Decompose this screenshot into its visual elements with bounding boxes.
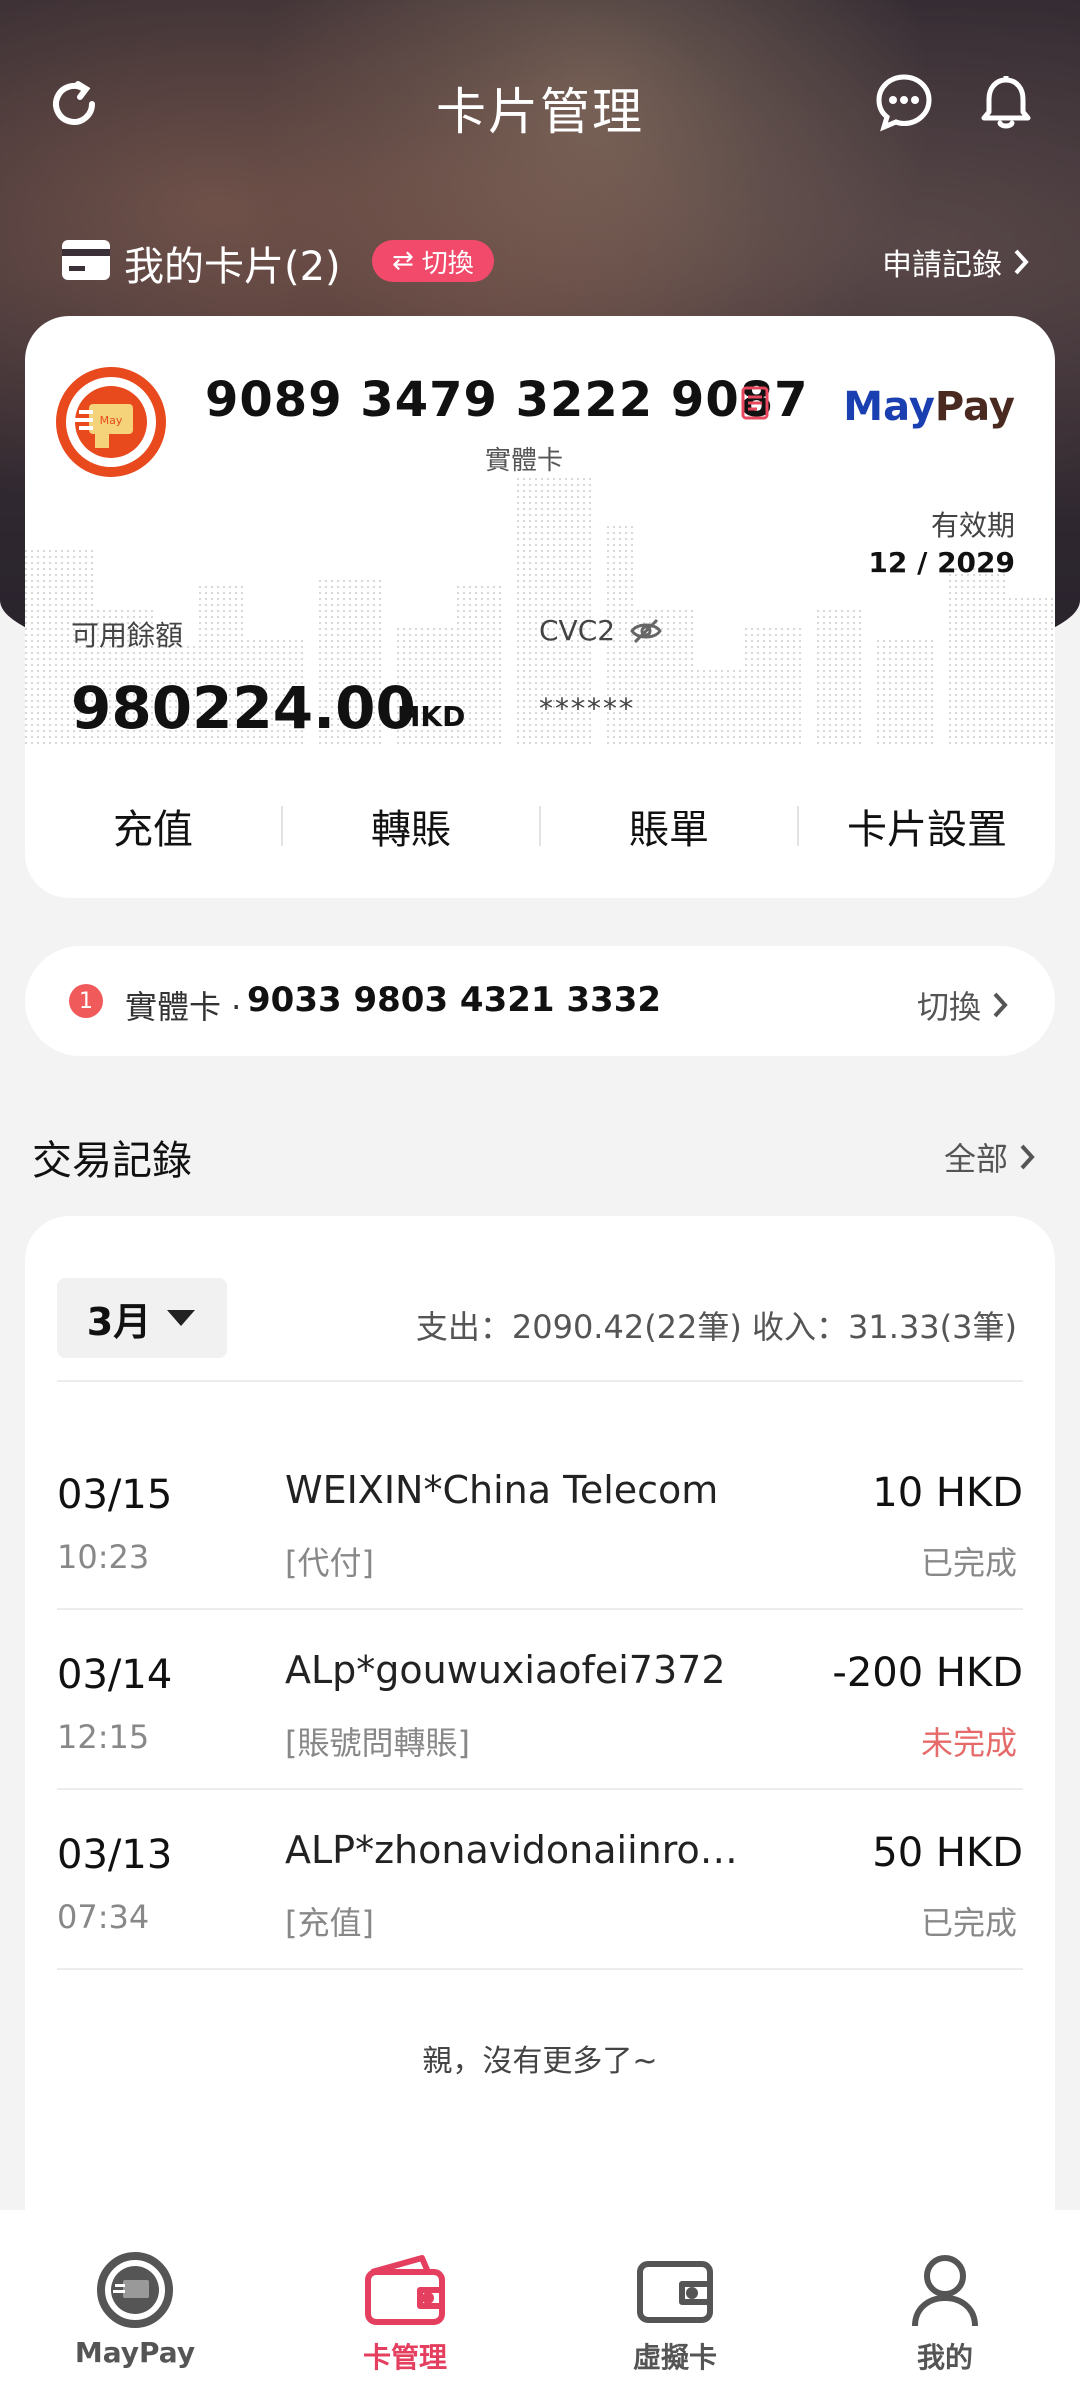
cvc-value: ****** (539, 692, 635, 725)
top-bar: 卡片管理 (0, 60, 1080, 150)
other-switch-label: 切換 (916, 988, 981, 1026)
brand-pay: Pay (934, 384, 1015, 430)
card-icon (62, 240, 110, 280)
message-icon[interactable] (868, 66, 940, 138)
expiry-value: 12 / 2029 (868, 546, 1015, 579)
divider (57, 1380, 1023, 1382)
wallet-icon (365, 2255, 445, 2325)
transaction-row[interactable]: 03/15 10:23 WEIXIN*China Telecom [代付] 10… (57, 1446, 1023, 1626)
balance-currency: HKD (397, 700, 466, 733)
card-number: 9089 3479 3222 9087 (205, 372, 809, 428)
bill-button[interactable]: 賬單 (541, 797, 797, 855)
apply-records-label: 申請記錄 (882, 248, 1002, 283)
tx-time: 10:23 (57, 1538, 150, 1576)
switch-card-button[interactable]: ⇄ 切換 (372, 240, 494, 282)
tx-merchant: ALP*zhonavidonaiinron... (285, 1828, 755, 1872)
brand-logo: MayPay (843, 384, 1015, 430)
user-icon (912, 2255, 978, 2327)
no-more-text: 親，沒有更多了~ (422, 2044, 658, 2079)
logo-text: May (100, 414, 123, 427)
month-summary: 支出：2090.42(22筆) 收入：31.33(3筆) (415, 1308, 1017, 1346)
balance-value: 980224.00 (71, 674, 416, 742)
balance-label: 可用餘額 (71, 619, 184, 652)
nav-label: 我的 (916, 2341, 973, 2374)
tx-amount: -200 HKD (832, 1650, 1023, 1696)
other-card-switch[interactable]: 切換 (917, 982, 1009, 1028)
card-settings-button[interactable]: 卡片設置 (799, 797, 1055, 855)
tx-date: 03/15 (57, 1472, 173, 1518)
tx-amount: 50 HKD (872, 1830, 1023, 1876)
tx-category: [充值] (285, 1904, 374, 1942)
card-type: 實體卡 (485, 446, 564, 476)
maypay-nav-icon (97, 2252, 173, 2328)
tx-status: 已完成 (920, 1904, 1017, 1942)
brand-may: May (843, 384, 935, 430)
nav-label: 卡管理 (362, 2341, 447, 2374)
month-label: 3月 (86, 1299, 152, 1344)
cvc-label-text: CVC2 (539, 614, 616, 647)
other-card-number: 9033 9803 4321 3332 (247, 980, 662, 1020)
eye-off-icon[interactable] (629, 617, 663, 645)
nav-card-management[interactable]: 卡管理 (270, 2210, 540, 2400)
apply-records-link[interactable]: 申請記錄 (882, 240, 1030, 284)
tx-status: 已完成 (920, 1544, 1017, 1582)
divider (57, 1788, 1023, 1790)
nav-label: MayPay (74, 2336, 196, 2369)
transactions-title: 交易記錄 (32, 1138, 192, 1184)
card-actions: 充值 轉賬 賬單 卡片設置 (25, 786, 1055, 866)
tx-category: [代付] (285, 1544, 374, 1582)
all-label: 全部 (943, 1140, 1008, 1178)
tx-merchant: ALp*gouwuxiaofei7372 (285, 1648, 726, 1692)
chevron-right-icon (1020, 1144, 1035, 1170)
copy-icon[interactable] (737, 384, 773, 422)
tx-status: 未完成 (920, 1724, 1017, 1762)
tx-date: 03/14 (57, 1652, 173, 1698)
nav-maypay[interactable]: MayPay (0, 2210, 270, 2400)
cvc-label: CVC2 (539, 614, 663, 647)
tx-merchant: WEIXIN*China Telecom (285, 1468, 719, 1512)
transfer-button[interactable]: 轉賬 (283, 797, 539, 855)
bottom-nav: MayPay 卡管理 虛擬卡 我的 (0, 2210, 1080, 2400)
top-up-button[interactable]: 充值 (25, 797, 281, 855)
wallet-card-icon (637, 2261, 713, 2323)
chevron-right-icon (993, 992, 1008, 1018)
bell-icon[interactable] (970, 66, 1042, 138)
transaction-row[interactable]: 03/14 12:15 ALp*gouwuxiaofei7372 [賬號問轉賬]… (57, 1626, 1023, 1806)
tx-date: 03/13 (57, 1832, 173, 1878)
maypay-logo: May (56, 367, 166, 477)
other-card-bar[interactable]: 1 實體卡 · 9033 9803 4321 3332 切換 (25, 946, 1055, 1056)
nav-label: 虛擬卡 (632, 2341, 717, 2374)
divider (57, 1608, 1023, 1610)
month-selector[interactable]: 3月 (57, 1278, 227, 1358)
all-transactions-link[interactable]: 全部 (944, 1134, 1036, 1180)
tx-time: 07:34 (57, 1898, 150, 1936)
tx-time: 12:15 (57, 1718, 150, 1756)
tx-amount: 10 HKD (872, 1470, 1023, 1516)
chevron-right-icon (1014, 249, 1029, 275)
nav-virtual-card[interactable]: 虛擬卡 (540, 2210, 810, 2400)
main-card[interactable]: May 9089 3479 3222 9087 實體卡 MayPay 有效期 1… (25, 316, 1055, 898)
transaction-row[interactable]: 03/13 07:34 ALP*zhonavidonaiinron... [充值… (57, 1806, 1023, 1986)
divider (57, 1968, 1023, 1970)
my-cards-row: 我的卡片(2) ⇄ 切換 申請記錄 (60, 228, 1030, 290)
other-card-type: 實體卡 · (125, 988, 242, 1026)
expiry-label: 有效期 (930, 509, 1015, 542)
swap-icon: ⇄ (392, 246, 414, 276)
card-index-badge: 1 (69, 984, 103, 1018)
nav-me[interactable]: 我的 (810, 2210, 1080, 2400)
caret-down-icon (167, 1310, 196, 1326)
my-cards-label: 我的卡片(2) (124, 244, 341, 290)
tx-category: [賬號問轉賬] (285, 1724, 470, 1762)
switch-label: 切換 (421, 248, 474, 279)
